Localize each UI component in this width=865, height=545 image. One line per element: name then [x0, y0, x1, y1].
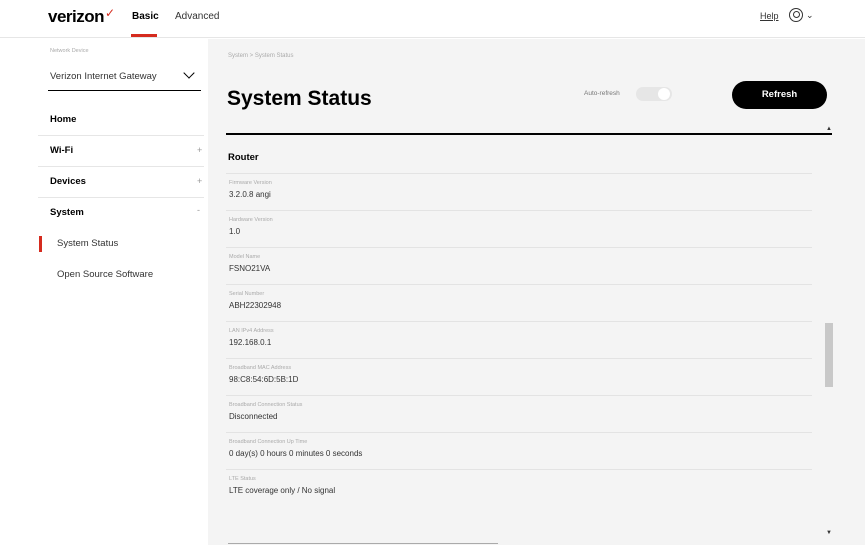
top-navigation-bar: verizon✓ Basic Advanced Help ⌄ [0, 0, 865, 38]
scrollbar[interactable]: ▲ ▼ [822, 126, 836, 545]
status-row: Firmware Version 3.2.0.8 angi [226, 173, 812, 210]
status-row-value: LTE coverage only / No signal [229, 486, 336, 495]
divider [38, 197, 204, 198]
status-row: Serial Number ABH22302948 [226, 284, 812, 321]
refresh-button[interactable]: Refresh [732, 81, 827, 109]
status-row-label: LAN IPv4 Address [229, 328, 274, 334]
status-row: Broadband MAC Address 98:C8:54:6D:5B:1D [226, 358, 812, 395]
status-row-value: ABH22302948 [229, 301, 282, 310]
status-row-label: Serial Number [229, 291, 265, 297]
status-row: Broadband Connection Up Time 0 day(s) 0 … [226, 432, 812, 469]
status-row: Hardware Version 1.0 [226, 210, 812, 247]
device-select-value: Verizon Internet Gateway [50, 71, 157, 82]
status-panel: Router Firmware Version 3.2.0.8 angi Har… [226, 135, 832, 545]
device-select-label: Network Device [50, 48, 89, 54]
page-title: System Status [227, 87, 372, 110]
chevron-down-icon [183, 67, 195, 79]
sidebar-item-devices[interactable]: Devices [50, 176, 86, 187]
status-row-label: Broadband Connection Status [229, 402, 303, 408]
divider [38, 135, 204, 136]
scrollbar-thumb[interactable] [825, 323, 833, 387]
autorefresh-toggle[interactable] [636, 87, 672, 101]
expand-icon[interactable]: + [197, 145, 202, 155]
sidebar-item-system-status[interactable]: System Status [57, 238, 118, 249]
tab-basic[interactable]: Basic [132, 11, 159, 22]
status-row-label: Firmware Version [229, 180, 272, 186]
main-content: System > System Status System Status Aut… [208, 39, 865, 545]
active-tab-indicator [131, 34, 157, 37]
scroll-up-arrow-icon[interactable]: ▲ [826, 126, 832, 132]
status-row: LTE Status LTE coverage only / No signal [226, 469, 812, 506]
sidebar-item-home[interactable]: Home [50, 114, 76, 125]
status-row-label: LTE Status [229, 476, 256, 482]
active-item-indicator [39, 236, 42, 252]
section-title-router: Router [228, 152, 259, 163]
device-select[interactable]: Verizon Internet Gateway [48, 61, 201, 91]
scroll-down-arrow-icon[interactable]: ▼ [826, 530, 832, 536]
chevron-down-icon[interactable]: ⌄ [806, 10, 814, 21]
status-row-label: Hardware Version [229, 217, 273, 223]
status-row-value: 3.2.0.8 angi [229, 190, 271, 199]
autorefresh-label: Auto-refresh [584, 90, 620, 97]
collapse-icon[interactable]: - [197, 205, 200, 215]
status-row-value: 98:C8:54:6D:5B:1D [229, 375, 299, 384]
status-row-label: Model Name [229, 254, 261, 260]
status-row: Broadband Connection Status Disconnected [226, 395, 812, 432]
status-row-value: FSNO21VA [229, 264, 271, 273]
status-row: LAN IPv4 Address 192.168.0.1 [226, 321, 812, 358]
sidebar-item-wifi[interactable]: Wi-Fi [50, 145, 73, 156]
divider [38, 166, 204, 167]
status-row-value: 0 day(s) 0 hours 0 minutes 0 seconds [229, 449, 363, 458]
status-row-value: 1.0 [229, 227, 241, 236]
status-row-value: Disconnected [229, 412, 278, 421]
status-row-value: 192.168.0.1 [229, 338, 272, 347]
help-link[interactable]: Help [760, 11, 779, 21]
sidebar: Network Device Verizon Internet Gateway … [0, 39, 208, 545]
verizon-logo[interactable]: verizon✓ [48, 6, 115, 27]
tab-advanced[interactable]: Advanced [175, 11, 219, 22]
breadcrumb[interactable]: System > System Status [228, 53, 294, 59]
logo-check-icon: ✓ [105, 6, 115, 20]
status-row-label: Broadband Connection Up Time [229, 439, 308, 445]
divider [228, 543, 498, 544]
sidebar-item-open-source-software[interactable]: Open Source Software [57, 269, 153, 280]
status-row-label: Broadband MAC Address [229, 365, 292, 371]
sidebar-item-system[interactable]: System [50, 207, 84, 218]
user-circle-icon[interactable] [789, 8, 803, 22]
expand-icon[interactable]: + [197, 176, 202, 186]
status-row: Model Name FSNO21VA [226, 247, 812, 284]
